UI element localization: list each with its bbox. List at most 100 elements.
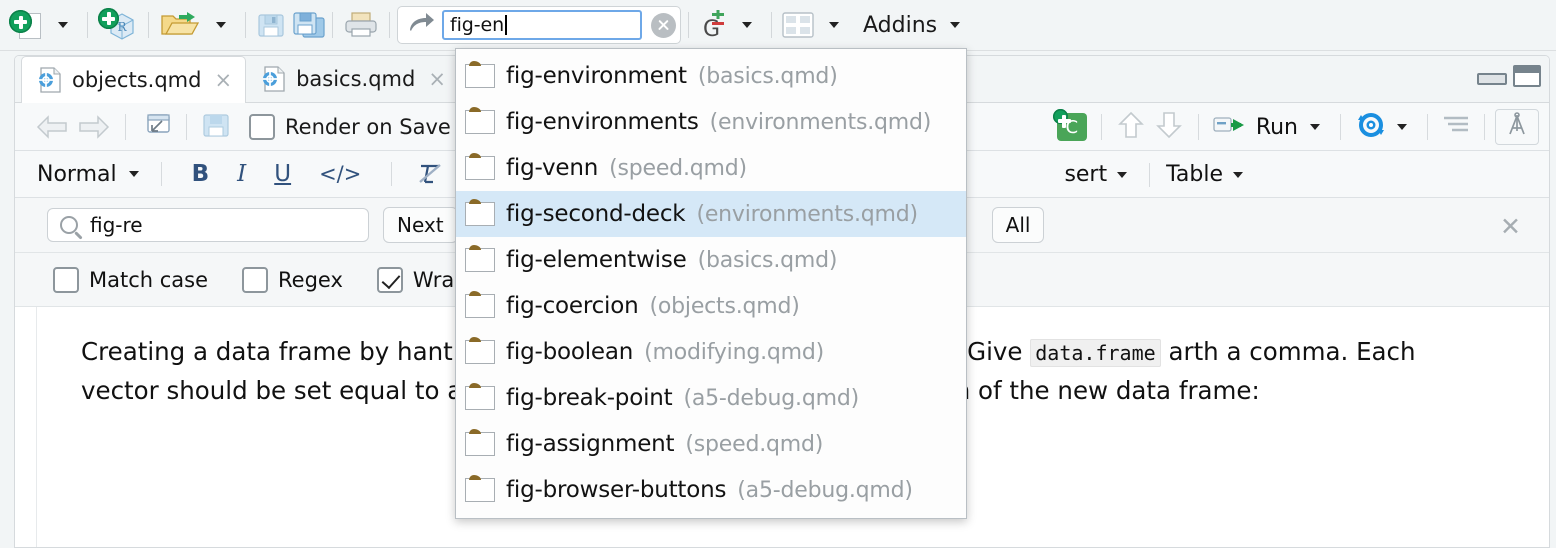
checkbox-box — [249, 113, 275, 140]
save-document-button[interactable] — [197, 109, 235, 145]
underline-button[interactable]: U — [274, 161, 291, 187]
goto-file-function-icon — [406, 10, 436, 40]
goto-search-container: fig-en — [440, 6, 681, 44]
toolbar-divider — [148, 12, 149, 38]
cross-reference-autocomplete-popup[interactable]: fig-environment (basics.qmd) fig-environme… — [455, 48, 967, 519]
render-on-save-checkbox[interactable]: Render on Save — [245, 109, 455, 145]
navigate-forward-icon — [77, 114, 111, 140]
clear-search-icon[interactable] — [651, 12, 676, 38]
search-input[interactable]: fig-en — [442, 10, 642, 40]
code-format-button[interactable]: </> — [319, 162, 361, 186]
close-icon[interactable]: × — [428, 67, 446, 91]
autocomplete-item[interactable]: fig-elementwise (basics.qmd) — [456, 237, 966, 283]
inline-code-2: data.frame — [1030, 339, 1161, 367]
run-next-chunk-icon — [1154, 110, 1184, 144]
show-in-new-window-button[interactable] — [136, 109, 176, 145]
image-thumbnail-icon — [465, 340, 495, 364]
paragraph-text-4: ar — [1160, 337, 1194, 366]
save-all-button[interactable] — [289, 6, 325, 44]
checkbox-box — [376, 266, 403, 293]
version-control-button[interactable]: G — [696, 6, 730, 44]
toolbar-divider — [688, 12, 689, 38]
tab-label: basics.qmd — [296, 67, 416, 91]
editor-command-bar-right: C Run — [1052, 103, 1539, 151]
workspace-panes-icon — [782, 12, 814, 38]
table-dropdown[interactable]: Table — [1166, 162, 1249, 187]
editor-gutter — [15, 307, 37, 547]
paragraph-text-1: Creating a data frame by han — [81, 337, 444, 366]
chevron-down-icon — [1117, 171, 1128, 178]
print-button[interactable] — [340, 6, 382, 44]
new-file-dropdown[interactable] — [46, 6, 80, 44]
visual-editor-toggle-button[interactable] — [1495, 109, 1539, 145]
autocomplete-item[interactable]: fig-boolean (modifying.qmd) — [456, 329, 966, 375]
autocomplete-item-name: fig-second-deck — [506, 201, 686, 227]
close-icon[interactable]: × — [214, 68, 232, 92]
tab-basics-qmd[interactable]: basics.qmd × — [246, 56, 460, 102]
clear-formatting-icon[interactable] — [416, 161, 444, 187]
workspace-panes-button[interactable] — [779, 6, 817, 44]
maximize-pane-icon[interactable] — [1513, 65, 1541, 87]
run-button[interactable]: Run — [1209, 109, 1330, 145]
image-thumbnail-icon — [465, 202, 495, 226]
image-thumbnail-icon — [465, 386, 495, 410]
minimize-pane-icon[interactable] — [1477, 67, 1507, 85]
bold-button[interactable]: B — [192, 161, 210, 187]
autocomplete-item[interactable]: fig-second-deck (environments.qmd) — [456, 191, 966, 237]
chevron-down-icon — [1233, 171, 1243, 178]
save-icon — [256, 11, 286, 39]
rerun-button[interactable] — [1351, 109, 1417, 145]
chevron-down-icon — [742, 22, 752, 28]
print-icon — [343, 11, 379, 39]
workspace-panes-dropdown[interactable] — [817, 6, 851, 44]
autocomplete-item[interactable]: fig-venn (speed.qmd) — [456, 145, 966, 191]
autocomplete-item-file: (environments.qmd) — [709, 109, 932, 135]
regex-checkbox[interactable]: Regex — [242, 266, 343, 293]
insert-dropdown[interactable]: sert — [1064, 162, 1133, 187]
autocomplete-item-name: fig-boolean — [506, 339, 634, 365]
italic-button[interactable]: I — [237, 161, 246, 187]
run-previous-chunks-button[interactable] — [1112, 109, 1150, 145]
navigate-forward-button[interactable] — [73, 109, 115, 145]
rstudio-window: R fig-en G Addins objects.qmd × basics.q… — [0, 0, 1556, 548]
match-case-checkbox[interactable]: Match case — [53, 266, 209, 293]
document-outline-button[interactable] — [1438, 109, 1474, 145]
open-file-button[interactable] — [156, 6, 204, 44]
autocomplete-item-file: (speed.qmd) — [609, 155, 747, 181]
image-thumbnail-icon — [465, 294, 495, 318]
wrap-checkbox[interactable]: Wrap — [376, 266, 468, 293]
toolbar-divider — [1197, 114, 1199, 140]
chevron-down-icon — [1397, 124, 1407, 130]
toolbar-divider — [1427, 114, 1428, 140]
find-all-button[interactable]: All — [991, 207, 1045, 243]
navigate-back-button[interactable] — [31, 109, 73, 145]
find-input[interactable]: fig-re — [47, 208, 369, 242]
tab-objects-qmd[interactable]: objects.qmd × — [21, 56, 247, 103]
close-find-bar-icon[interactable]: ✕ — [1500, 214, 1521, 239]
new-r-project-icon: R — [98, 8, 138, 42]
autocomplete-item[interactable]: fig-break-point (a5-debug.qmd) — [456, 375, 966, 421]
run-next-chunk-button[interactable] — [1150, 109, 1188, 145]
autocomplete-item-name: fig-break-point — [506, 385, 673, 411]
autocomplete-item[interactable]: fig-coercion (objects.qmd) — [456, 283, 966, 329]
match-case-label: Match case — [89, 267, 209, 292]
svg-text:G: G — [703, 17, 720, 40]
open-file-dropdown[interactable] — [204, 6, 238, 44]
paragraph-style-dropdown[interactable]: Normal — [37, 162, 145, 187]
autocomplete-item[interactable]: fig-environments (environments.qmd) — [456, 99, 966, 145]
goto-file-function-button[interactable] — [397, 6, 440, 44]
save-button[interactable] — [253, 6, 289, 44]
autocomplete-item[interactable]: fig-environment (basics.qmd) — [456, 53, 966, 99]
insert-chunk-button[interactable]: C — [1052, 109, 1091, 145]
addins-button[interactable]: Addins — [851, 6, 968, 44]
new-file-button[interactable] — [6, 6, 46, 44]
autocomplete-item[interactable]: fig-assignment (speed.qmd) — [456, 421, 966, 467]
format-toolbar-right: sert Table — [1064, 151, 1549, 198]
new-project-button[interactable]: R — [95, 6, 141, 44]
run-icon — [1213, 113, 1251, 141]
version-control-dropdown[interactable] — [730, 6, 764, 44]
addins-label: Addins — [863, 12, 938, 38]
find-next-button[interactable]: Next — [383, 207, 458, 243]
autocomplete-item-name: fig-environments — [506, 109, 699, 135]
autocomplete-item[interactable]: fig-browser-buttons (a5-debug.qmd) — [456, 467, 966, 513]
